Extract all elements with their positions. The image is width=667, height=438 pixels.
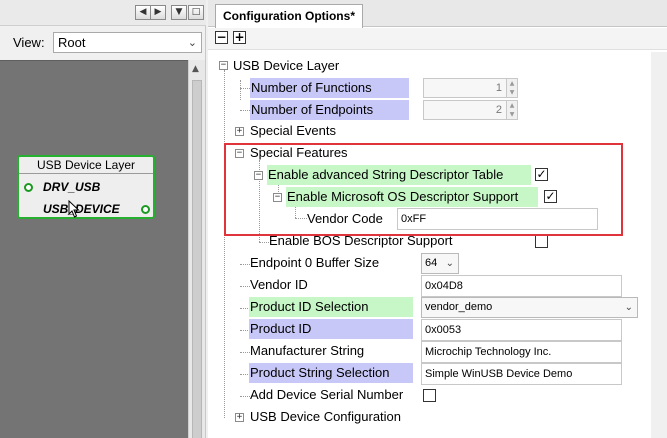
endpoint0-buffer-size-value: 64 bbox=[425, 257, 438, 269]
setting-manufacturer-string-label: Manufacturer String bbox=[250, 343, 365, 358]
port-input-icon[interactable] bbox=[24, 183, 33, 192]
number-of-functions-input[interactable]: 1 bbox=[423, 78, 507, 98]
product-string-selection-input[interactable]: Simple WinUSB Device Demo bbox=[421, 363, 622, 385]
expand-all-button[interactable]: + bbox=[233, 31, 246, 44]
spin-up-icon[interactable]: ▲ bbox=[507, 101, 517, 110]
port-output-icon[interactable] bbox=[141, 205, 150, 214]
project-graph-canvas[interactable] bbox=[0, 60, 188, 438]
collapse-all-button[interactable]: − bbox=[215, 31, 228, 44]
setting-product-string-selection-label: Product String Selection bbox=[249, 363, 413, 383]
component-title: USB Device Layer bbox=[19, 157, 153, 174]
tree-node-usb-device-layer[interactable]: USB Device Layer bbox=[232, 56, 342, 76]
view-select-value: Root bbox=[58, 35, 86, 50]
usb-device-layer-component[interactable]: USB Device Layer DRV_USB USB_DEVICE bbox=[17, 155, 155, 219]
chevron-down-icon: ⌄ bbox=[445, 258, 454, 269]
mouse-pointer-icon bbox=[68, 200, 80, 218]
nav-previous-icon[interactable]: ◀ bbox=[135, 5, 151, 20]
tree-guide-line bbox=[240, 88, 250, 89]
tree-node-usb-device-configuration[interactable]: USB Device Configuration bbox=[249, 407, 404, 427]
expand-node-icon[interactable]: + bbox=[235, 413, 244, 422]
scroll-up-icon[interactable]: ▲ bbox=[192, 64, 199, 74]
tree-toolbar: − + bbox=[208, 28, 667, 50]
setting-product-id-label: Product ID bbox=[249, 319, 413, 339]
view-select[interactable]: Root ⌄ bbox=[53, 32, 202, 53]
mplab-harmony-configurator: ◀ ▶ ▼ □ View: Root ⌄ ▲ USB Device Layer … bbox=[0, 0, 667, 438]
tab-configuration-options[interactable]: Configuration Options* bbox=[215, 4, 363, 28]
setting-number-of-endpoints-label: Number of Endpoints bbox=[250, 100, 409, 120]
add-device-serial-number-checkbox[interactable] bbox=[423, 389, 436, 402]
dropdown-menu-icon[interactable]: ▼ bbox=[171, 5, 187, 20]
tree-guide-line bbox=[240, 110, 250, 111]
view-label: View: bbox=[13, 35, 45, 50]
setting-product-id-selection-label: Product ID Selection bbox=[249, 297, 413, 317]
product-id-selection-value: vendor_demo bbox=[425, 301, 493, 313]
spin-up-icon[interactable]: ▲ bbox=[507, 79, 517, 88]
number-of-functions-spinner[interactable]: ▲ ▼ bbox=[506, 78, 518, 98]
collapse-node-icon[interactable]: − bbox=[219, 61, 228, 70]
chevron-down-icon: ⌄ bbox=[187, 36, 197, 49]
product-id-selection-select[interactable]: vendor_demo ⌄ bbox=[421, 297, 638, 318]
tree-node-special-events[interactable]: Special Events bbox=[249, 121, 339, 141]
endpoint0-buffer-size-select[interactable]: 64 ⌄ bbox=[421, 253, 459, 274]
chevron-down-icon: ⌄ bbox=[624, 302, 633, 313]
annotation-highlight-box bbox=[224, 143, 623, 236]
number-of-endpoints-input[interactable]: 2 bbox=[423, 100, 507, 120]
nav-next-icon[interactable]: ▶ bbox=[150, 5, 166, 20]
setting-endpoint0-buffer-size-label: Endpoint 0 Buffer Size bbox=[250, 255, 380, 270]
setting-vendor-id-label: Vendor ID bbox=[250, 277, 308, 292]
graph-vertical-scrollbar[interactable]: ▲ bbox=[188, 60, 205, 438]
tree-guide-line bbox=[240, 80, 241, 100]
component-port-usb-device: USB_DEVICE bbox=[43, 202, 120, 216]
manufacturer-string-input[interactable]: Microchip Technology Inc. bbox=[421, 341, 622, 363]
spin-down-icon[interactable]: ▼ bbox=[507, 88, 517, 97]
project-graph-pane: ◀ ▶ ▼ □ View: Root ⌄ ▲ USB Device Layer … bbox=[0, 0, 206, 438]
setting-add-device-serial-number-label: Add Device Serial Number bbox=[250, 387, 404, 402]
maximize-window-icon[interactable]: □ bbox=[188, 5, 204, 20]
product-id-input[interactable]: 0x0053 bbox=[421, 319, 622, 341]
bos-descriptor-checkbox[interactable] bbox=[535, 235, 548, 248]
spin-down-icon[interactable]: ▼ bbox=[507, 110, 517, 119]
number-of-endpoints-spinner[interactable]: ▲ ▼ bbox=[506, 100, 518, 120]
tree-guide-line bbox=[224, 70, 225, 418]
tree-vertical-scrollbar[interactable] bbox=[651, 52, 667, 438]
tab-bar: Configuration Options* bbox=[208, 0, 667, 28]
setting-number-of-functions-label: Number of Functions bbox=[250, 78, 409, 98]
vendor-id-input[interactable]: 0x04D8 bbox=[421, 275, 622, 297]
component-port-drv-usb: DRV_USB bbox=[43, 180, 101, 194]
graph-nav-bar: ◀ ▶ ▼ □ bbox=[0, 0, 206, 26]
scrollbar-thumb[interactable] bbox=[192, 80, 202, 438]
expand-node-icon[interactable]: + bbox=[235, 127, 244, 136]
